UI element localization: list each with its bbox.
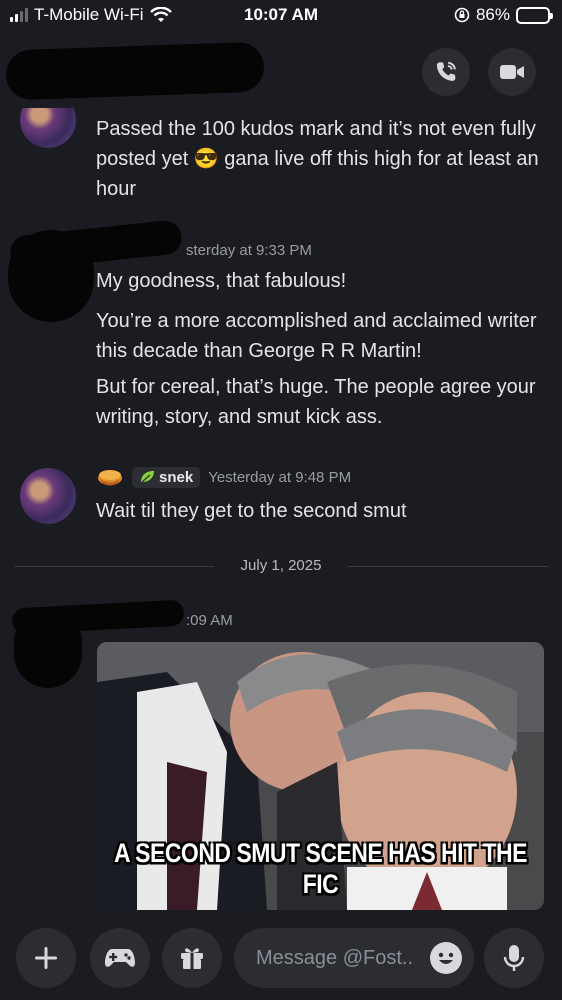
gamepad-icon <box>105 949 135 967</box>
message-text: Wait til they get to the second smut <box>96 500 407 522</box>
message-text: You’re a more accomplished and acclaimed… <box>96 310 537 362</box>
video-camera-icon <box>500 65 524 79</box>
role-tag[interactable]: snek <box>132 466 201 488</box>
gift-icon <box>181 948 203 969</box>
message-input[interactable]: Message @Fost.. <box>234 928 474 988</box>
message-text: Passed the 100 kudos mark and it’s not e… <box>96 118 539 200</box>
message-text: My goodness, that fabulous! <box>96 270 347 292</box>
message-text: But for cereal, that’s huge. The people … <box>96 376 536 428</box>
gift-button[interactable] <box>162 928 222 988</box>
avatar[interactable] <box>20 108 76 148</box>
dm-header <box>0 40 562 108</box>
redacted-username <box>5 41 265 101</box>
message-meta: snek Yesterday at 9:48 PM <box>96 466 351 488</box>
role-tag-label: snek <box>159 468 194 486</box>
microphone-icon <box>503 945 525 971</box>
video-call-button[interactable] <box>488 48 536 96</box>
activities-button[interactable] <box>90 928 150 988</box>
message-input-placeholder: Message @Fost.. <box>256 946 414 969</box>
phone-call-icon <box>436 61 456 81</box>
meme-caption: A SECOND SMUT SCENE HAS HIT THE FIC <box>113 837 528 899</box>
date-divider-label: July 1, 2025 <box>240 557 322 574</box>
chat-log[interactable]: Passed the 100 kudos mark and it’s not e… <box>0 108 562 920</box>
plus-icon <box>35 947 57 969</box>
voice-call-button[interactable] <box>422 48 470 96</box>
emoji-button[interactable] <box>430 942 462 974</box>
avatar[interactable] <box>20 468 76 524</box>
status-bar: T-Mobile Wi-Fi 10:07 AM 86% <box>0 0 562 34</box>
message-timestamp: Yesterday at 9:48 PM <box>208 468 352 486</box>
voice-message-button[interactable] <box>484 928 544 988</box>
add-attachment-button[interactable] <box>16 928 76 988</box>
emoji-icon <box>438 952 454 964</box>
message-meta: :09 AM <box>186 612 233 629</box>
battery-icon <box>516 6 553 24</box>
message-composer: Message @Fost.. <box>0 920 562 1000</box>
leaf-icon <box>141 471 154 483</box>
redacted-author-name <box>8 219 184 271</box>
orientation-lock-icon <box>454 7 470 23</box>
message-meta: sterday at 9:33 PM <box>186 242 312 259</box>
status-right: 86% <box>454 5 553 25</box>
meme-image[interactable]: A SECOND SMUT SCENE HAS HIT THE FIC <box>97 642 544 910</box>
message-timestamp: :09 AM <box>186 612 233 629</box>
battery-percent: 86% <box>475 5 510 24</box>
date-divider: July 1, 2025 <box>14 556 548 576</box>
pie-icon <box>98 470 122 486</box>
message-timestamp: sterday at 9:33 PM <box>186 242 312 259</box>
redacted-author-name <box>11 599 185 635</box>
